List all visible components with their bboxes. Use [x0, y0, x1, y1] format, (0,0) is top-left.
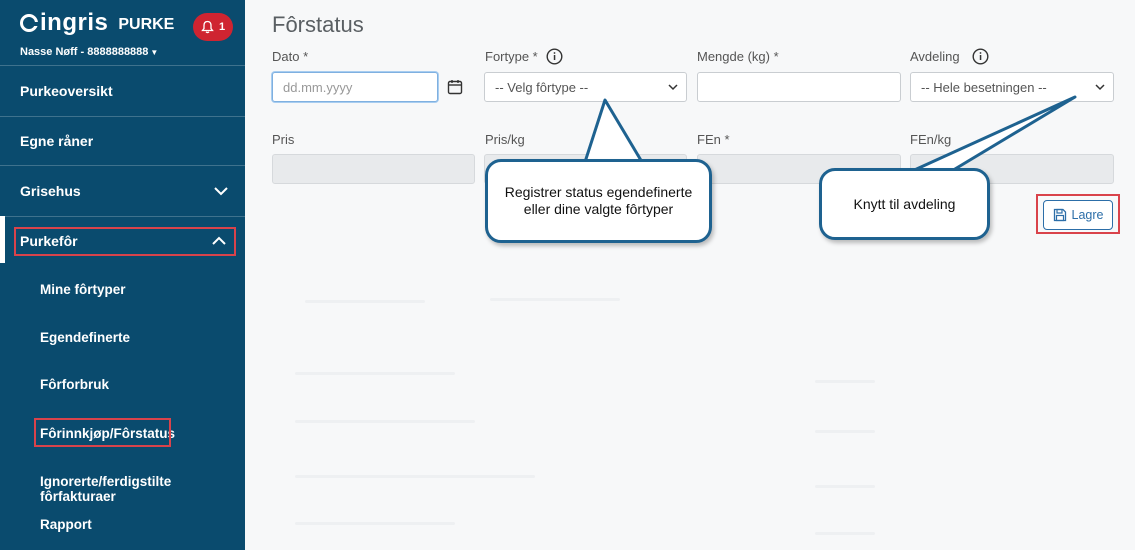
callout-pointers: [583, 95, 1077, 174]
callout-avdeling: Knytt til avdeling: [819, 168, 990, 240]
callout-fortype: Registrer status egendefinerte eller din…: [485, 159, 712, 243]
callout-fortype-text: Registrer status egendefinerte eller din…: [504, 184, 693, 217]
callout-avdeling-text: Knytt til avdeling: [853, 195, 956, 212]
